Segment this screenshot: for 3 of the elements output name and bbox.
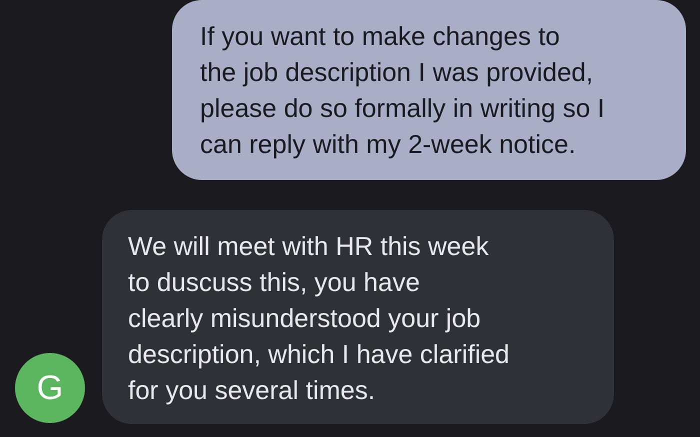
- avatar[interactable]: G: [15, 353, 85, 423]
- received-message-bubble: We will meet with HR this week to duscuss this, you have clearly misunderstood your job description, which I have clarified for you several times.: [102, 210, 614, 424]
- sent-message-bubble: If you want to make changes to the job description I was provided, please do so formally in writing so I can reply with my 2-week notice.: [172, 0, 686, 180]
